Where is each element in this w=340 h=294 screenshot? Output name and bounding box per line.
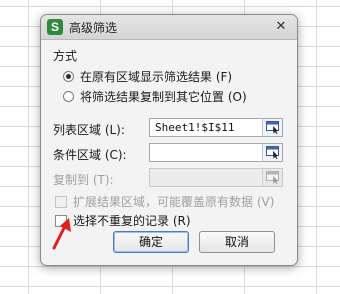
range-select-icon: [266, 121, 279, 134]
radio-filter-in-place[interactable]: 在原有区域显示筛选结果 (F): [63, 68, 232, 85]
list-range-picker-button[interactable]: [262, 119, 282, 136]
radio-copy-to-location-label: 将筛选结果复制到其它位置 (O): [80, 90, 247, 104]
wps-spreadsheet-icon: S: [47, 19, 63, 35]
list-range-label: 列表区域 (L):: [53, 123, 125, 137]
radio-button-checked[interactable]: [63, 71, 74, 82]
radio-button-unchecked[interactable]: [63, 91, 74, 102]
criteria-range-field: [149, 143, 283, 162]
ok-button[interactable]: 确定: [113, 231, 189, 253]
radio-copy-to-location[interactable]: 将筛选结果复制到其它位置 (O): [63, 88, 247, 105]
extend-results-label: 扩展结果区域，可能覆盖原有数据 (V): [73, 195, 275, 209]
range-select-icon: [266, 171, 279, 184]
unique-records-label: 选择不重复的记录 (R): [73, 214, 191, 228]
list-range-field: [149, 118, 283, 137]
cancel-button[interactable]: 取消: [199, 231, 275, 253]
red-arrow-icon: [52, 218, 71, 250]
extend-results-checkbox: [55, 195, 67, 208]
copy-to-picker-button: [262, 169, 282, 186]
criteria-range-input[interactable]: [152, 144, 262, 161]
advanced-filter-dialog: S 高级筛选 ✕ 方式 在原有区域显示筛选结果 (F) 将筛选结果复制到其它位置…: [40, 14, 298, 266]
method-group-label: 方式: [53, 49, 78, 63]
radio-filter-in-place-label: 在原有区域显示筛选结果 (F): [80, 70, 233, 84]
criteria-range-label: 条件区域 (C):: [53, 148, 127, 162]
list-range-input[interactable]: [152, 119, 262, 136]
copy-to-label: 复制到 (T):: [53, 173, 114, 187]
dialog-title: 高级筛选: [69, 21, 118, 35]
criteria-range-picker-button[interactable]: [262, 144, 282, 161]
close-icon[interactable]: ✕: [273, 19, 289, 35]
dialog-titlebar[interactable]: S 高级筛选 ✕: [41, 15, 297, 40]
copy-to-input: [152, 169, 262, 186]
range-select-icon: [266, 146, 279, 159]
extend-results-option: 扩展结果区域，可能覆盖原有数据 (V): [55, 193, 274, 210]
copy-to-field: [149, 168, 283, 187]
